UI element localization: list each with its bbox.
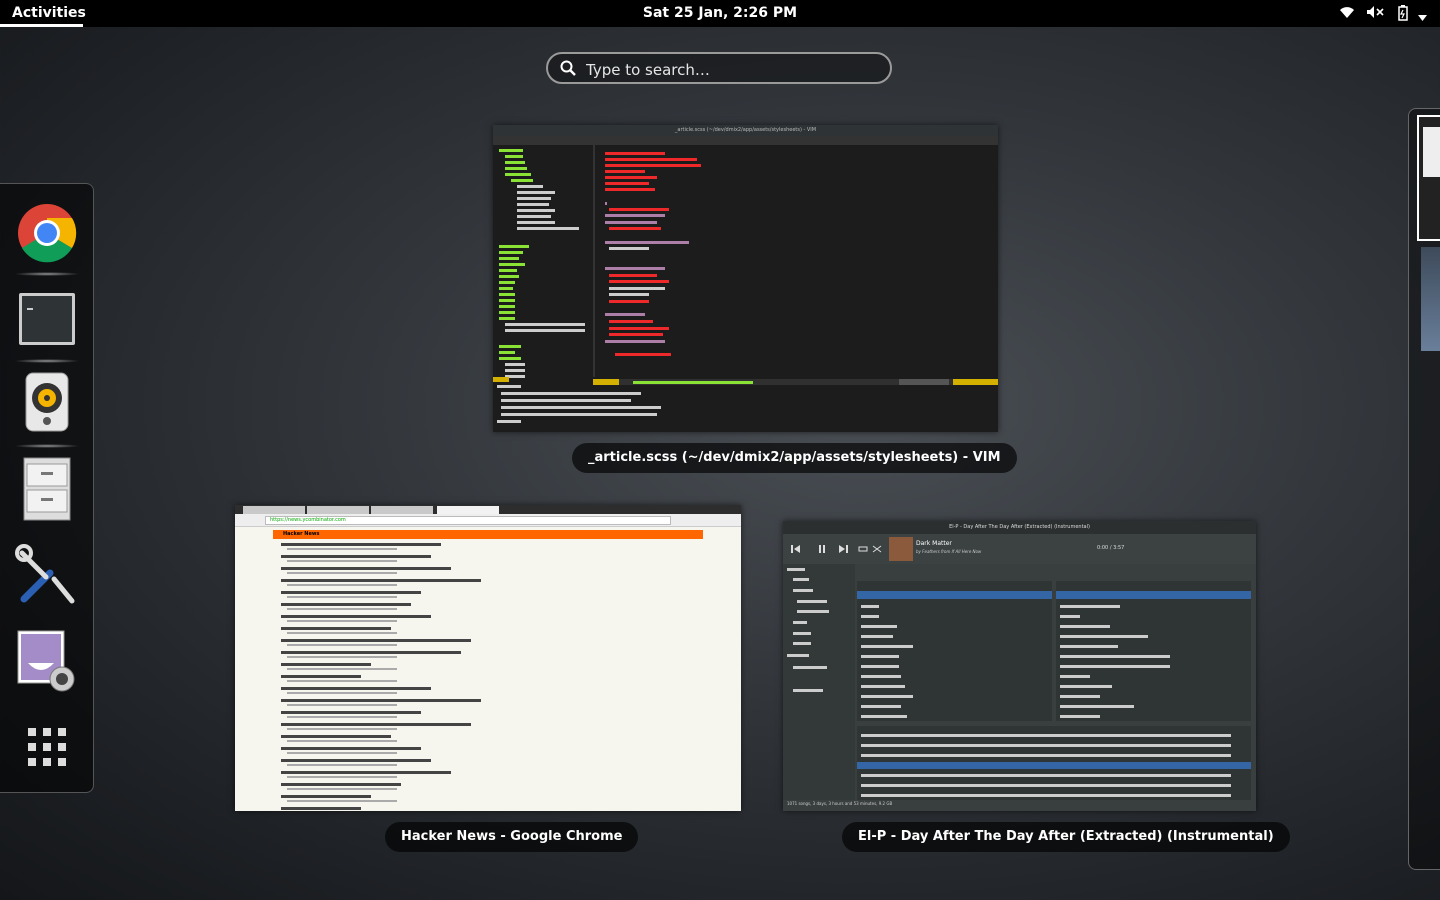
chrome-tabstrip bbox=[235, 505, 741, 514]
rhythmbox-artist-browser bbox=[857, 581, 1052, 721]
chrome-toolbar: https://news.ycombinator.com bbox=[235, 514, 741, 527]
rhythmbox-track-list bbox=[857, 726, 1251, 800]
rhythmbox-icon[interactable] bbox=[10, 368, 84, 448]
rhythmbox-window-thumbnail[interactable]: El-P - Day After The Day After (Extracte… bbox=[783, 521, 1256, 811]
top-bar: Activities Sat 25 Jan, 2:26 PM bbox=[0, 0, 1440, 27]
rhythmbox-toolbar: Dark Matter by Feathers from If All Here… bbox=[783, 534, 1256, 564]
playback-time: 0:00 / 3:57 bbox=[1097, 545, 1125, 551]
workspace-1-active[interactable] bbox=[1417, 115, 1440, 241]
chrome-window-thumbnail[interactable]: https://news.ycombinator.com Hacker News bbox=[235, 505, 741, 811]
workspace-window-preview bbox=[1423, 127, 1440, 177]
album-art bbox=[889, 537, 913, 561]
now-playing-title: Dark Matter bbox=[916, 540, 952, 547]
vim-file-tree bbox=[493, 145, 593, 400]
cheese-icon[interactable] bbox=[10, 625, 84, 699]
workspace-2[interactable] bbox=[1421, 247, 1440, 351]
vim-window-thumbnail[interactable]: _article.scss (~/dev/dmix2/app/assets/st… bbox=[493, 125, 998, 432]
search-input[interactable] bbox=[584, 58, 878, 82]
rhythmbox-titlebar: El-P - Day After The Day After (Extracte… bbox=[783, 521, 1256, 534]
chrome-icon[interactable] bbox=[10, 196, 84, 276]
vim-titlebar: _article.scss (~/dev/dmix2/app/assets/st… bbox=[493, 125, 998, 136]
vim-editor-pane bbox=[593, 145, 998, 400]
search-icon bbox=[560, 60, 576, 80]
wifi-icon[interactable] bbox=[1339, 5, 1355, 23]
rhythmbox-status-bar: 1071 songs, 3 days, 3 hours and 53 minut… bbox=[787, 801, 893, 806]
search-box[interactable] bbox=[546, 52, 892, 84]
rhythmbox-window-caption[interactable]: El-P - Day After The Day After (Extracte… bbox=[842, 822, 1290, 852]
chrome-tab-active[interactable] bbox=[437, 506, 499, 514]
rhythmbox-sidebar bbox=[783, 564, 855, 800]
show-apps-icon[interactable] bbox=[10, 710, 84, 784]
terminal-icon[interactable] bbox=[10, 283, 84, 363]
volume-muted-icon[interactable] bbox=[1366, 5, 1384, 23]
rhythmbox-album-browser bbox=[1056, 581, 1251, 721]
vim-window-caption[interactable]: _article.scss (~/dev/dmix2/app/assets/st… bbox=[572, 443, 1017, 473]
chrome-tab[interactable] bbox=[371, 506, 433, 514]
hn-story-list bbox=[273, 539, 703, 811]
chrome-tab[interactable] bbox=[307, 506, 369, 514]
chrome-window-caption[interactable]: Hacker News - Google Chrome bbox=[385, 822, 639, 852]
system-menu-arrow-icon[interactable] bbox=[1418, 9, 1427, 25]
hn-site-title[interactable]: Hacker News bbox=[283, 530, 319, 539]
now-playing-subtitle: by Feathers from If All Here Now bbox=[916, 549, 982, 554]
hn-header: Hacker News bbox=[273, 530, 703, 539]
chrome-address-bar[interactable]: https://news.ycombinator.com bbox=[265, 516, 671, 525]
settings-icon[interactable] bbox=[10, 539, 84, 613]
files-icon[interactable] bbox=[10, 454, 84, 528]
battery-icon[interactable] bbox=[1396, 5, 1410, 25]
vim-buffers-list bbox=[493, 383, 998, 432]
clock[interactable]: Sat 25 Jan, 2:26 PM bbox=[0, 0, 1440, 27]
vim-tabbar bbox=[493, 136, 998, 145]
chrome-tab[interactable] bbox=[243, 506, 305, 514]
workspace-switcher bbox=[1408, 108, 1440, 870]
dash bbox=[0, 183, 94, 793]
playback-controls[interactable] bbox=[789, 544, 889, 554]
